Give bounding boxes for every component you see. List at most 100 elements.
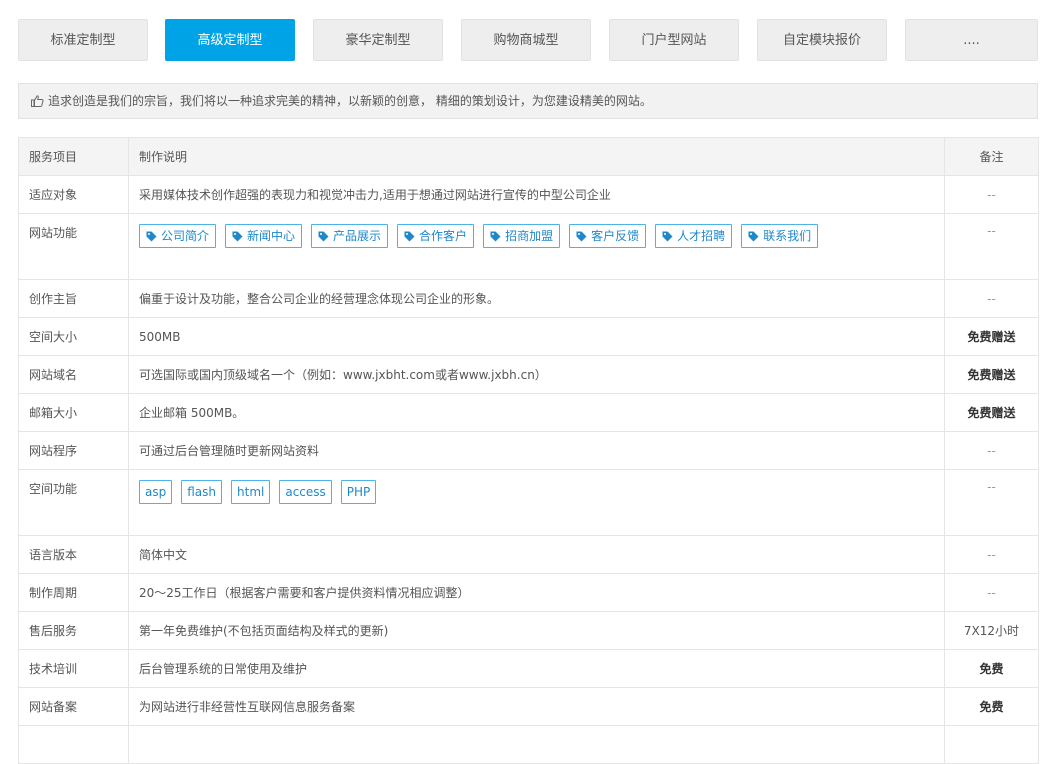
service-item: 空间大小 xyxy=(18,317,129,356)
service-table: 服务项目 制作说明 备注 适应对象 采用媒体技术创作超强的表现力和视觉冲击力,适用… xyxy=(18,137,1039,764)
service-desc: 可通过后台管理随时更新网站资料 xyxy=(128,431,945,470)
service-item: 技术培训 xyxy=(18,649,129,688)
service-note: -- xyxy=(944,469,1039,536)
feature-tag[interactable]: 合作客户 xyxy=(397,224,475,249)
tab-custom-module[interactable]: 自定模块报价 xyxy=(757,19,887,61)
table-row: 空间大小 500MB 免费赠送 xyxy=(18,317,1039,356)
service-note: -- xyxy=(944,573,1039,612)
table-row: 创作主旨 偏重于设计及功能，整合公司企业的经营理念体现公司企业的形象。 -- xyxy=(18,279,1039,318)
service-desc: 可选国际或国内顶级域名一个（例如：www.jxbht.com或者www.jxbh… xyxy=(128,355,945,394)
service-item: 制作周期 xyxy=(18,573,129,612)
package-tabs: 标准定制型 高级定制型 豪华定制型 购物商城型 门户型网站 自定模块报价 ...… xyxy=(18,19,1038,61)
service-desc: 为网站进行非经营性互联网信息服务备案 xyxy=(128,687,945,726)
tag-icon xyxy=(490,227,501,249)
service-item xyxy=(18,725,129,764)
table-row: 语言版本 简体中文 -- xyxy=(18,535,1039,574)
tag-label: 人才招聘 xyxy=(677,229,726,243)
table-row: 网站程序 可通过后台管理随时更新网站资料 -- xyxy=(18,431,1039,470)
tech-tag[interactable]: html xyxy=(231,480,271,504)
service-item: 网站功能 xyxy=(18,213,129,280)
header-desc: 制作说明 xyxy=(128,137,945,176)
tab-shopping[interactable]: 购物商城型 xyxy=(461,19,591,61)
table-row: 售后服务 第一年免费维护(不包括页面结构及样式的更新) 7X12小时 xyxy=(18,611,1039,650)
tech-tag[interactable]: asp xyxy=(139,480,173,504)
feature-tag[interactable]: 公司简介 xyxy=(139,224,217,249)
service-item: 适应对象 xyxy=(18,175,129,214)
notice-bar: 追求创造是我们的宗旨，我们将以一种追求完美的精神，以新颖的创意， 精细的策划设计… xyxy=(18,83,1038,119)
service-item: 语言版本 xyxy=(18,535,129,574)
table-row: 技术培训 后台管理系统的日常使用及维护 免费 xyxy=(18,649,1039,688)
service-item: 网站备案 xyxy=(18,687,129,726)
service-note xyxy=(944,725,1039,764)
tag-icon xyxy=(576,227,587,249)
service-item: 售后服务 xyxy=(18,611,129,650)
tab-standard[interactable]: 标准定制型 xyxy=(18,19,148,61)
feature-tag[interactable]: 产品展示 xyxy=(311,224,389,249)
table-row: 适应对象 采用媒体技术创作超强的表现力和视觉冲击力,适用于想通过网站进行宣传的中型… xyxy=(18,175,1039,214)
tag-label: 产品展示 xyxy=(333,229,382,243)
service-note: 免费赠送 xyxy=(944,393,1039,432)
tab-portal[interactable]: 门户型网站 xyxy=(609,19,739,61)
service-note: -- xyxy=(944,279,1039,318)
tag-label: 客户反馈 xyxy=(591,229,640,243)
tag-icon xyxy=(662,227,673,249)
service-item: 网站程序 xyxy=(18,431,129,470)
thumbs-up-icon xyxy=(31,86,44,120)
feature-tag[interactable]: 客户反馈 xyxy=(569,224,647,249)
service-note: 免费 xyxy=(944,649,1039,688)
service-desc: 采用媒体技术创作超强的表现力和视觉冲击力,适用于想通过网站进行宣传的中型公司企业 xyxy=(128,175,945,214)
tag-label: 公司简介 xyxy=(161,229,210,243)
service-note: -- xyxy=(944,535,1039,574)
tag-icon xyxy=(748,227,759,249)
tag-icon xyxy=(318,227,329,249)
service-desc: 偏重于设计及功能，整合公司企业的经营理念体现公司企业的形象。 xyxy=(128,279,945,318)
feature-tag[interactable]: 联系我们 xyxy=(741,224,819,249)
service-desc: 第一年免费维护(不包括页面结构及样式的更新) xyxy=(128,611,945,650)
tag-icon xyxy=(232,227,243,249)
table-row: 网站域名 可选国际或国内顶级域名一个（例如：www.jxbht.com或者www.… xyxy=(18,355,1039,394)
tech-tag[interactable]: access xyxy=(279,480,332,504)
table-row: 邮箱大小 企业邮箱 500MB。 免费赠送 xyxy=(18,393,1039,432)
service-note: 免费赠送 xyxy=(944,355,1039,394)
table-row xyxy=(18,725,1039,764)
feature-tag[interactable]: 人才招聘 xyxy=(655,224,733,249)
table-row: 空间功能 asp flash html access PHP -- xyxy=(18,469,1039,536)
service-item: 邮箱大小 xyxy=(18,393,129,432)
feature-tag[interactable]: 新闻中心 xyxy=(225,224,303,249)
service-desc: 企业邮箱 500MB。 xyxy=(128,393,945,432)
tag-icon xyxy=(146,227,157,249)
service-desc: 后台管理系统的日常使用及维护 xyxy=(128,649,945,688)
service-desc: 公司简介 新闻中心 产品展示 合作客户 招商加盟 客户反馈 人才招聘 联系我们 xyxy=(128,213,945,280)
tag-label: 合作客户 xyxy=(419,229,468,243)
tag-label: 新闻中心 xyxy=(247,229,296,243)
service-note: 免费赠送 xyxy=(944,317,1039,356)
service-desc xyxy=(128,725,945,764)
notice-text: 追求创造是我们的宗旨，我们将以一种追求完美的精神，以新颖的创意， 精细的策划设计… xyxy=(48,94,652,108)
tab-advanced[interactable]: 高级定制型 xyxy=(165,19,295,61)
service-desc: asp flash html access PHP xyxy=(128,469,945,536)
header-note: 备注 xyxy=(944,137,1039,176)
service-item: 空间功能 xyxy=(18,469,129,536)
service-note: -- xyxy=(944,431,1039,470)
service-note: -- xyxy=(944,213,1039,280)
header-item: 服务项目 xyxy=(18,137,129,176)
tab-more[interactable]: .... xyxy=(905,19,1038,61)
table-header-row: 服务项目 制作说明 备注 xyxy=(18,137,1039,176)
tag-icon xyxy=(404,227,415,249)
table-row: 网站备案 为网站进行非经营性互联网信息服务备案 免费 xyxy=(18,687,1039,726)
service-desc: 500MB xyxy=(128,317,945,356)
tech-tag[interactable]: PHP xyxy=(340,480,377,504)
service-item: 创作主旨 xyxy=(18,279,129,318)
tech-tag[interactable]: flash xyxy=(181,480,223,504)
service-note: -- xyxy=(944,175,1039,214)
feature-tag[interactable]: 招商加盟 xyxy=(483,224,561,249)
service-item: 网站域名 xyxy=(18,355,129,394)
tab-luxury[interactable]: 豪华定制型 xyxy=(313,19,443,61)
service-desc: 简体中文 xyxy=(128,535,945,574)
table-row: 网站功能 公司简介 新闻中心 产品展示 合作客户 招商加盟 客户反馈 人才招聘 联系我们 -- xyxy=(18,213,1039,280)
tag-label: 联系我们 xyxy=(763,229,812,243)
service-note: 免费 xyxy=(944,687,1039,726)
service-desc: 20～25工作日（根据客户需要和客户提供资料情况相应调整） xyxy=(128,573,945,612)
table-row: 制作周期 20～25工作日（根据客户需要和客户提供资料情况相应调整） -- xyxy=(18,573,1039,612)
tag-label: 招商加盟 xyxy=(505,229,554,243)
